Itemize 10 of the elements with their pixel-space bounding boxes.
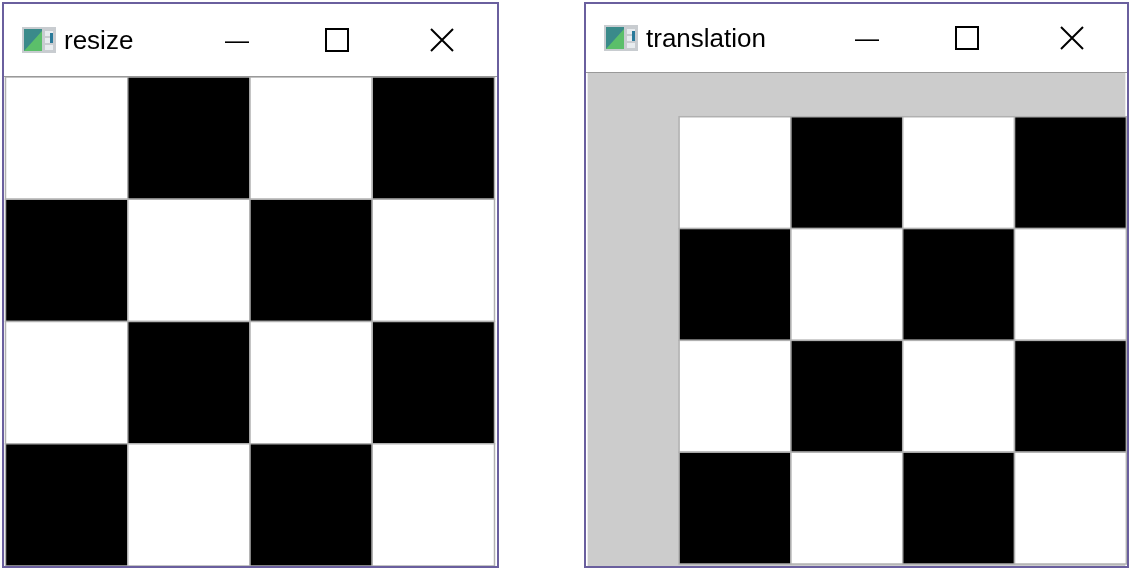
- app-icon: [604, 25, 638, 51]
- close-icon: [1060, 26, 1084, 50]
- close-icon: [430, 28, 454, 52]
- app-icon: [22, 27, 56, 53]
- minimize-button[interactable]: —: [817, 4, 917, 72]
- maximize-icon: [325, 28, 349, 52]
- maximize-icon: [955, 26, 979, 50]
- window-title: resize: [64, 23, 134, 57]
- minimize-button[interactable]: —: [187, 4, 287, 76]
- window-title: translation: [646, 21, 766, 55]
